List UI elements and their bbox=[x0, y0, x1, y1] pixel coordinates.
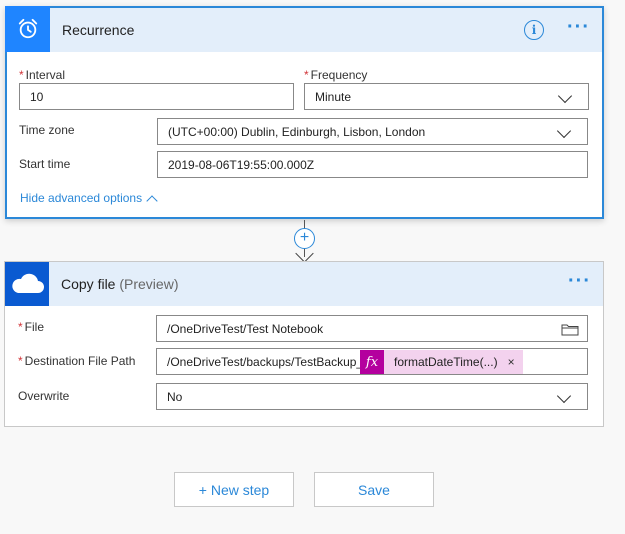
interval-value: 10 bbox=[30, 89, 44, 104]
interval-label-text: Interval bbox=[25, 68, 66, 82]
recurrence-icon-box bbox=[5, 6, 50, 52]
copy-file-title-text: Copy file bbox=[61, 276, 116, 292]
advanced-link-text: Hide advanced options bbox=[20, 191, 143, 205]
onedrive-cloud-icon bbox=[12, 273, 44, 293]
file-input[interactable]: /OneDriveTest/Test Notebook bbox=[156, 315, 588, 342]
timezone-value: (UTC+00:00) Dublin, Edinburgh, Lisbon, L… bbox=[168, 124, 426, 139]
frequency-label: * Frequency bbox=[304, 68, 367, 82]
start-time-input[interactable]: 2019-08-06T19:55:00.000Z bbox=[157, 151, 588, 178]
expression-token-label: formatDateTime(...) bbox=[394, 355, 498, 369]
timezone-label: Time zone bbox=[19, 123, 75, 137]
overwrite-select[interactable]: No bbox=[156, 383, 588, 410]
onedrive-icon-box bbox=[5, 262, 49, 306]
required-marker: * bbox=[18, 354, 23, 368]
chevron-down-icon bbox=[556, 388, 572, 404]
overwrite-label: Overwrite bbox=[18, 389, 70, 403]
start-time-label: Start time bbox=[19, 157, 71, 171]
frequency-select[interactable]: Minute bbox=[304, 83, 589, 110]
close-icon[interactable]: × bbox=[508, 355, 515, 369]
start-time-value: 2019-08-06T19:55:00.000Z bbox=[168, 157, 315, 172]
function-fx-icon: fx bbox=[360, 350, 384, 374]
chevron-down-icon bbox=[557, 88, 573, 104]
recurrence-more-options-icon[interactable]: ··· bbox=[567, 17, 590, 37]
copy-file-title: Copy file (Preview) bbox=[61, 276, 178, 292]
file-label: * File bbox=[18, 320, 44, 334]
file-label-text: File bbox=[24, 320, 45, 334]
copy-file-more-options-icon[interactable]: ··· bbox=[568, 271, 591, 291]
required-marker: * bbox=[19, 68, 24, 82]
interval-input[interactable]: 10 bbox=[19, 83, 294, 110]
expression-token[interactable]: fx formatDateTime(...) × bbox=[360, 350, 523, 374]
timezone-select[interactable]: (UTC+00:00) Dublin, Edinburgh, Lisbon, L… bbox=[157, 118, 588, 145]
copy-file-header[interactable]: Copy file (Preview) ··· bbox=[5, 262, 603, 306]
save-button[interactable]: Save bbox=[314, 472, 434, 507]
destination-path-label-text: Destination File Path bbox=[24, 354, 136, 368]
frequency-label-text: Frequency bbox=[310, 68, 368, 82]
required-marker: * bbox=[304, 68, 309, 82]
destination-path-input[interactable]: /OneDriveTest/backups/TestBackup_ fx for… bbox=[156, 348, 588, 375]
destination-path-label: * Destination File Path bbox=[18, 354, 135, 368]
destination-path-value: /OneDriveTest/backups/TestBackup_ bbox=[167, 354, 364, 369]
new-step-button[interactable]: + New step bbox=[174, 472, 294, 507]
info-icon[interactable]: i bbox=[524, 20, 544, 40]
overwrite-value: No bbox=[167, 389, 183, 404]
recurrence-header[interactable]: Recurrence i ··· bbox=[5, 6, 602, 52]
required-marker: * bbox=[18, 320, 23, 334]
alarm-clock-icon bbox=[18, 18, 37, 39]
copy-file-card: Copy file (Preview) ··· * File /OneDriveT… bbox=[4, 261, 604, 427]
chevron-up-icon bbox=[146, 194, 158, 207]
hide-advanced-options-link[interactable]: Hide advanced options bbox=[20, 191, 158, 207]
file-value: /OneDriveTest/Test Notebook bbox=[167, 321, 324, 336]
interval-label: * Interval bbox=[19, 68, 65, 82]
expression-token-body: formatDateTime(...) × bbox=[384, 350, 523, 374]
frequency-value: Minute bbox=[315, 89, 352, 104]
chevron-down-icon bbox=[556, 123, 572, 139]
folder-icon[interactable] bbox=[561, 323, 579, 336]
recurrence-card: Recurrence i ··· * Interval 10 * Frequency… bbox=[5, 6, 604, 219]
recurrence-title: Recurrence bbox=[62, 22, 135, 38]
preview-suffix: (Preview) bbox=[119, 276, 179, 292]
